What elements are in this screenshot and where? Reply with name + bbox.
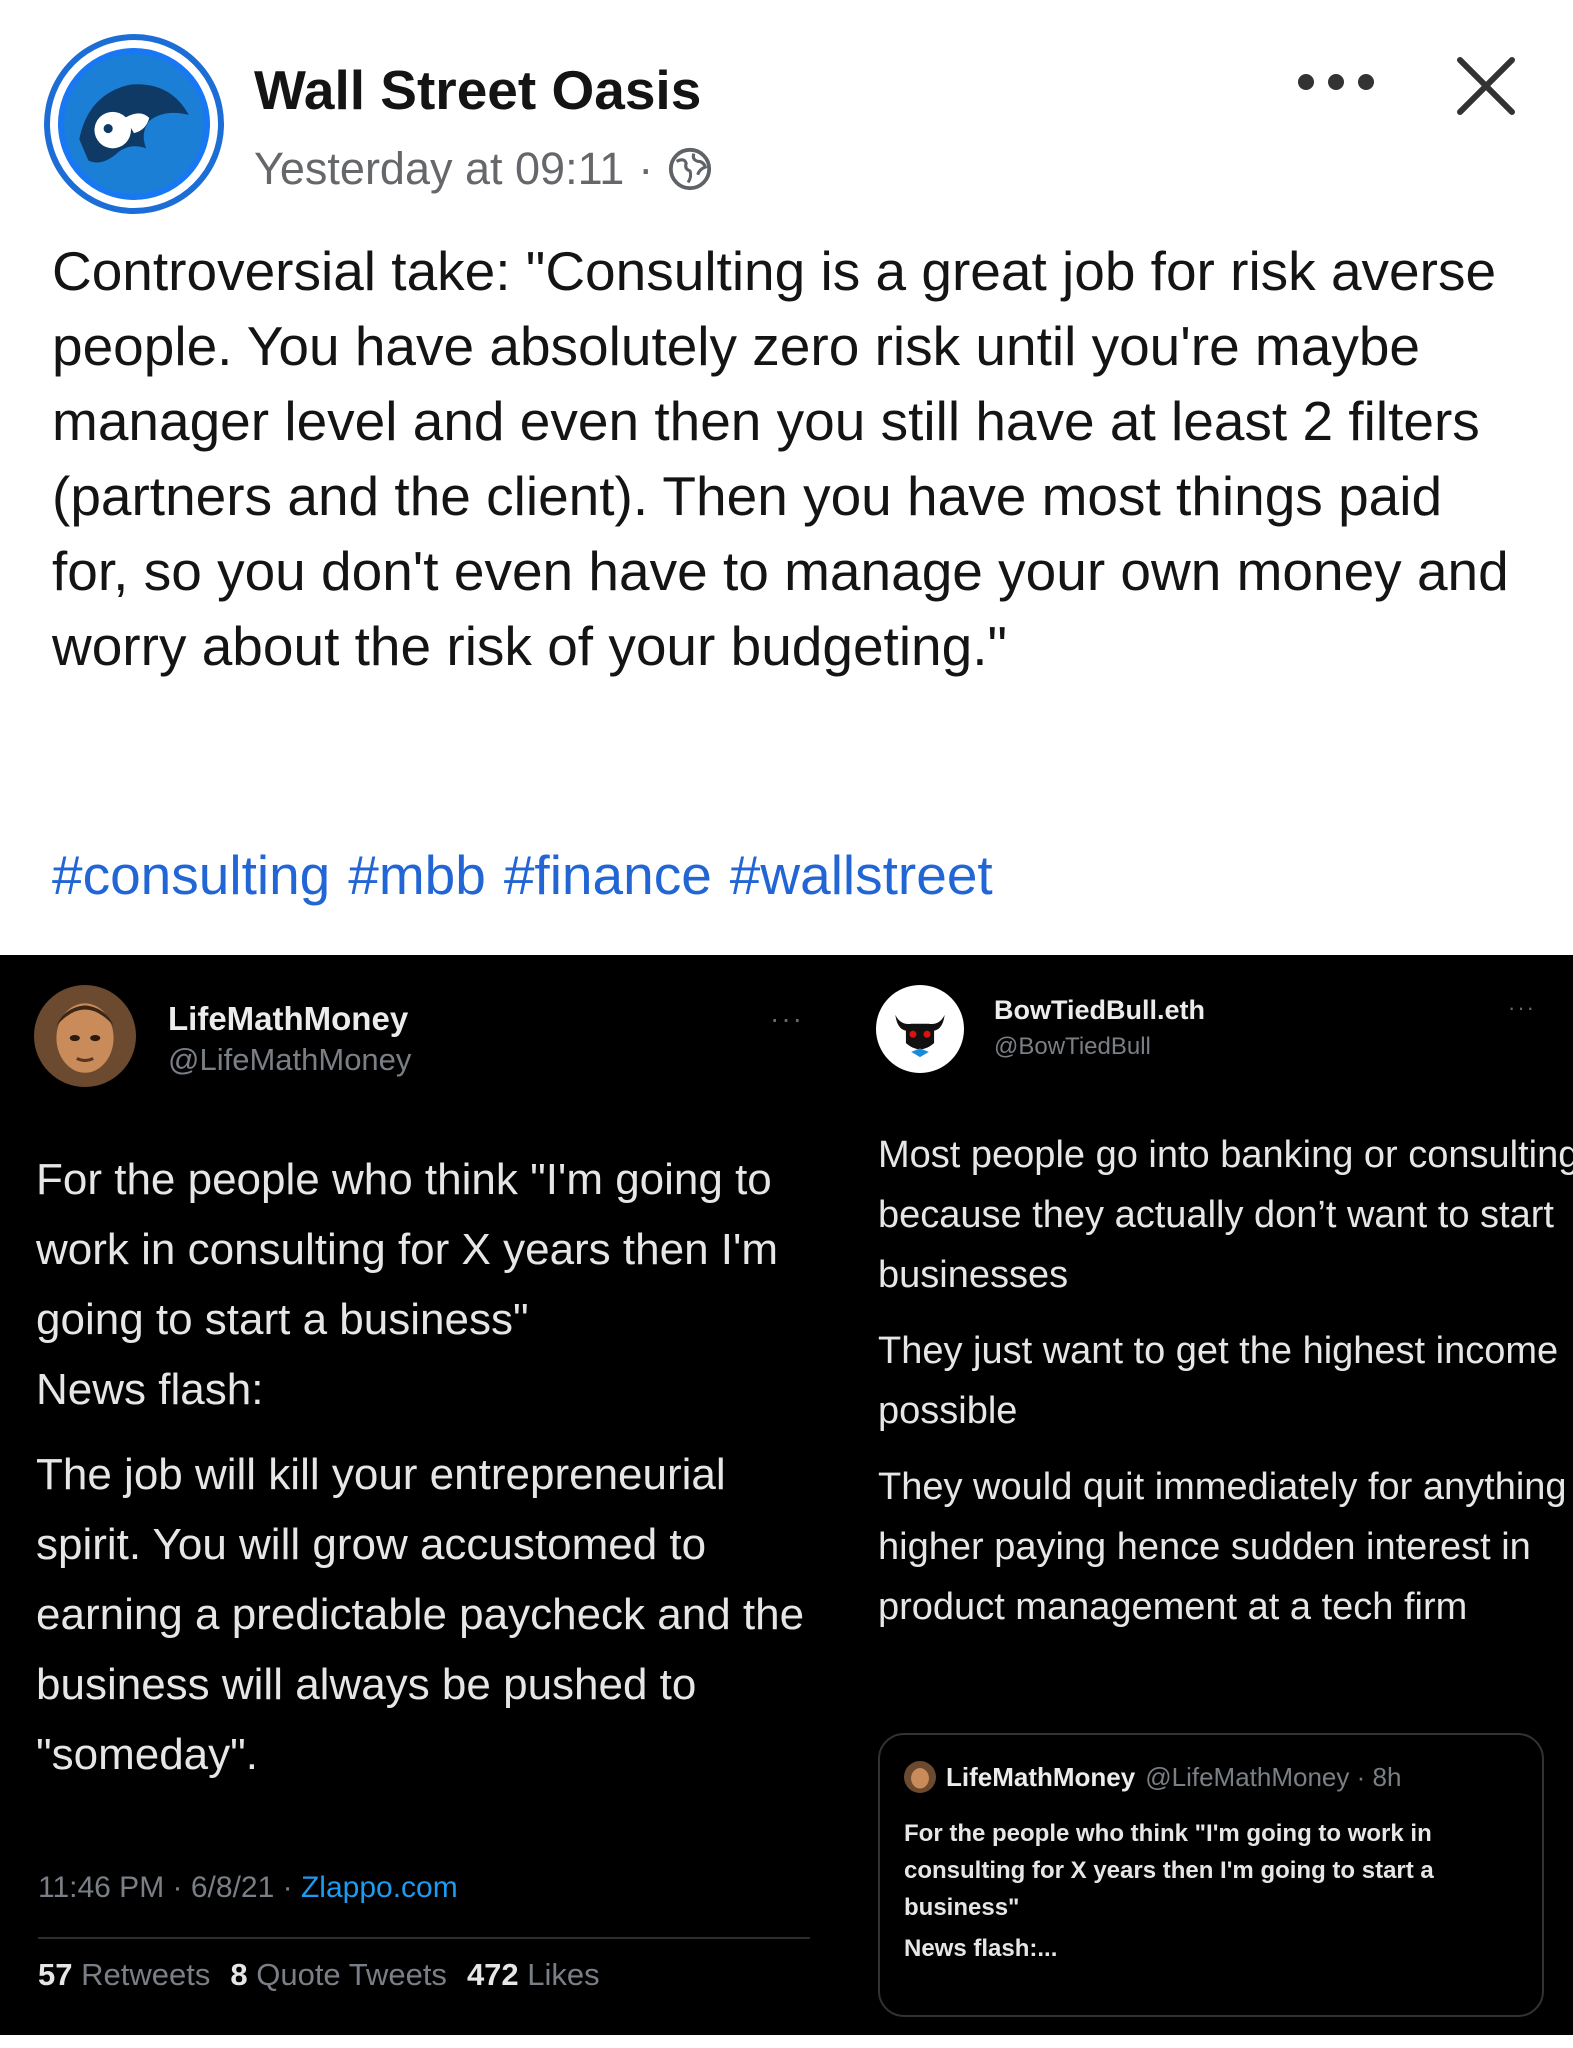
quote-tweets-count: 8 [230,1957,248,1992]
likes-stat[interactable]: 472 Likes [467,1957,600,1993]
more-dot [1328,74,1344,90]
tweet-author-name[interactable]: LifeMathMoney [168,1000,408,1038]
tweet-avatar [876,985,964,1073]
tweet-author-handle[interactable]: @LifeMathMoney [168,1042,411,1078]
tweet-paragraph: News flash: [36,1365,264,1414]
post-photo[interactable]: LifeMathMoney @LifeMathMoney ··· For the… [0,955,1573,2035]
tweet-paragraph: The job will kill your entrepreneurial s… [36,1450,805,1779]
tweet-author-handle[interactable]: @BowTiedBull [994,1033,1151,1061]
tweet-date[interactable]: 6/8/21 [191,1871,274,1904]
tweet-more-icon[interactable]: ··· [770,1003,804,1035]
tweet-author-name[interactable]: BowTiedBull.eth [994,995,1205,1026]
more-options-button[interactable] [1298,62,1374,102]
post-meta: Yesterday at 09:11 · [254,143,713,195]
quoted-tweet-truncated: News flash:... [904,1935,1058,1962]
hashtag-link[interactable]: #consulting [52,838,330,913]
tweet-paragraph: Most people go into banking or consultin… [878,1134,1573,1296]
hashtag-link[interactable]: #wallstreet [730,838,993,913]
tweet-paragraph: They would quit immediately for anything… [878,1466,1567,1628]
hashtag-link[interactable]: #finance [504,838,712,913]
tweet-stats: 57 Retweets 8 Quote Tweets 472 Likes [38,1957,600,1993]
quoted-author-name: LifeMathMoney [946,1761,1136,1792]
meta-separator: · [638,143,654,194]
hashtag-list: #consulting #mbb #finance #wallstreet [52,838,993,913]
close-icon[interactable] [1452,52,1520,120]
tweet-divider [38,1937,810,1939]
tweet-dot: · [172,1871,183,1904]
quoted-avatar-icon [904,1761,936,1793]
tweet-paragraph: They just want to get the highest income… [878,1330,1559,1432]
tweet-source-link[interactable]: Zlappo.com [301,1871,458,1904]
more-dot [1358,74,1374,90]
hashtag-link[interactable]: #mbb [348,838,486,913]
quoted-tweet-card[interactable]: LifeMathMoney @LifeMathMoney · 8h For th… [878,1733,1544,2017]
bull-avatar-icon [877,986,963,1072]
likes-label: Likes [527,1957,600,1992]
tweet-timestamp: 11:46 PM · 6/8/21 · Zlappo.com [38,1871,458,1905]
globe-icon [669,147,712,191]
page-avatar[interactable] [50,40,218,208]
likes-count: 472 [466,1957,519,1992]
post-text: Controversial take: "Consulting is a gre… [52,240,1509,677]
tweet-more-icon[interactable]: ··· [1508,995,1536,1021]
tweet-dot: · [282,1871,293,1904]
page-name[interactable]: Wall Street Oasis [254,58,701,122]
retweets-label: Retweets [81,1957,211,1992]
post-timestamp[interactable]: Yesterday at 09:11 [254,143,624,195]
retweets-stat[interactable]: 57 Retweets [38,1957,210,1993]
more-dot [1298,74,1314,90]
tweet-paragraph: For the people who think "I'm going to w… [36,1155,779,1344]
tweet-avatar [34,985,136,1087]
portrait-avatar-icon [34,985,136,1087]
wso-logo-icon [64,54,204,194]
quoted-tweet-header: LifeMathMoney @LifeMathMoney · 8h [904,1761,1401,1793]
quoted-tweet-text: For the people who think "I'm going to w… [904,1820,1434,1921]
retweets-count: 57 [38,1957,73,1992]
quote-tweets-stat[interactable]: 8 Quote Tweets [230,1957,447,1993]
quote-tweets-label: Quote Tweets [256,1957,447,1992]
tweet-time[interactable]: 11:46 PM [38,1871,164,1904]
quoted-author-handle-time: @LifeMathMoney · 8h [1145,1761,1402,1792]
